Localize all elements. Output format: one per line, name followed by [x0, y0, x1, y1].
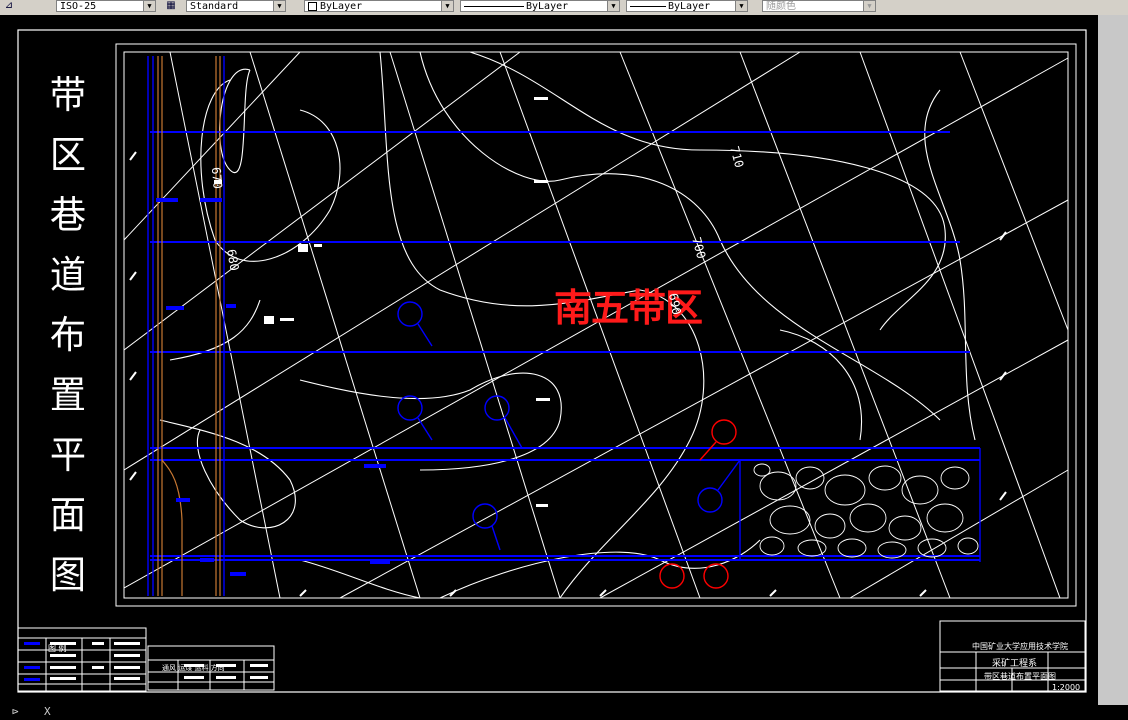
title-char: 区: [49, 133, 87, 177]
linetype-value: ByLayer: [526, 1, 569, 12]
vertical-drawing-title: 带 区 巷 道 布 置 平 面 图: [40, 65, 96, 655]
color-combo[interactable]: ByLayer ▼: [304, 0, 454, 12]
title-block: 中国矿业大学应用技术学院 采矿工程系 带区巷道布置平面图 1:2000: [940, 636, 1085, 706]
contour-label: 670: [208, 166, 225, 190]
chevron-down-icon[interactable]: ▼: [143, 1, 155, 11]
textstyle-value: Standard: [190, 1, 239, 12]
dimstyle-value: ISO-25: [60, 1, 97, 12]
plotstyle-value: 随颜色: [766, 1, 796, 12]
chevron-down-icon[interactable]: ▼: [863, 1, 875, 11]
ucs-icon: ⊳: [12, 705, 19, 718]
lineweight-preview: [630, 5, 666, 7]
textstyle-combo[interactable]: Standard ▼: [186, 0, 286, 12]
school-name: 中国矿业大学应用技术学院: [972, 642, 1068, 651]
legend-table: 图 例: [18, 643, 146, 706]
title-char: 置: [49, 373, 87, 417]
title-char: 带: [49, 73, 87, 117]
title-char: 道: [49, 253, 87, 297]
chevron-down-icon[interactable]: ▼: [441, 1, 453, 11]
cad-drawing: [17, 29, 1087, 693]
drawing-scale: 1:2000: [1052, 683, 1081, 692]
dimstyle-combo[interactable]: ISO-25 ▼: [56, 0, 156, 12]
direction-table: 通风 运煤 运料 方向: [148, 661, 274, 705]
title-char: 面: [49, 493, 87, 537]
direction-caption: 通风 运煤 运料 方向: [162, 664, 225, 672]
title-char: 图: [49, 553, 87, 597]
linetype-preview: [464, 5, 524, 7]
chevron-down-icon[interactable]: ▼: [607, 1, 619, 11]
command-prompt: X: [44, 705, 51, 718]
properties-toolbar: ⊿ ISO-25 ▼ ▦ Standard ▼ ByLayer ▼ ByLaye…: [0, 0, 1128, 16]
textstyle-icon[interactable]: ▦: [164, 0, 178, 12]
title-char: 布: [49, 313, 87, 357]
drawing-canvas[interactable]: 带 区 巷 道 布 置 平 面 图 南五带区 710 700 690 680 6…: [0, 15, 1128, 720]
title-char: 平: [49, 433, 87, 477]
lineweight-value: ByLayer: [668, 1, 711, 12]
vertical-scrollbar[interactable]: [1098, 15, 1128, 705]
chevron-down-icon[interactable]: ▼: [735, 1, 747, 11]
command-line[interactable]: ⊳ X: [0, 705, 1098, 720]
legend-caption: 图 例: [48, 644, 67, 653]
course-name: 采矿工程系: [992, 659, 1038, 669]
dimstyle-select[interactable]: [14, 0, 17, 12]
color-swatch: [308, 1, 317, 11]
plotstyle-combo[interactable]: 随颜色 ▼: [762, 0, 876, 12]
color-value: ByLayer: [320, 1, 363, 12]
chevron-down-icon[interactable]: ▼: [273, 1, 285, 11]
title-char: 巷: [49, 193, 87, 237]
lineweight-combo[interactable]: ByLayer ▼: [626, 0, 748, 12]
linetype-combo[interactable]: ByLayer ▼: [460, 0, 620, 12]
drawing-name: 带区巷道布置平面图: [984, 672, 1056, 681]
